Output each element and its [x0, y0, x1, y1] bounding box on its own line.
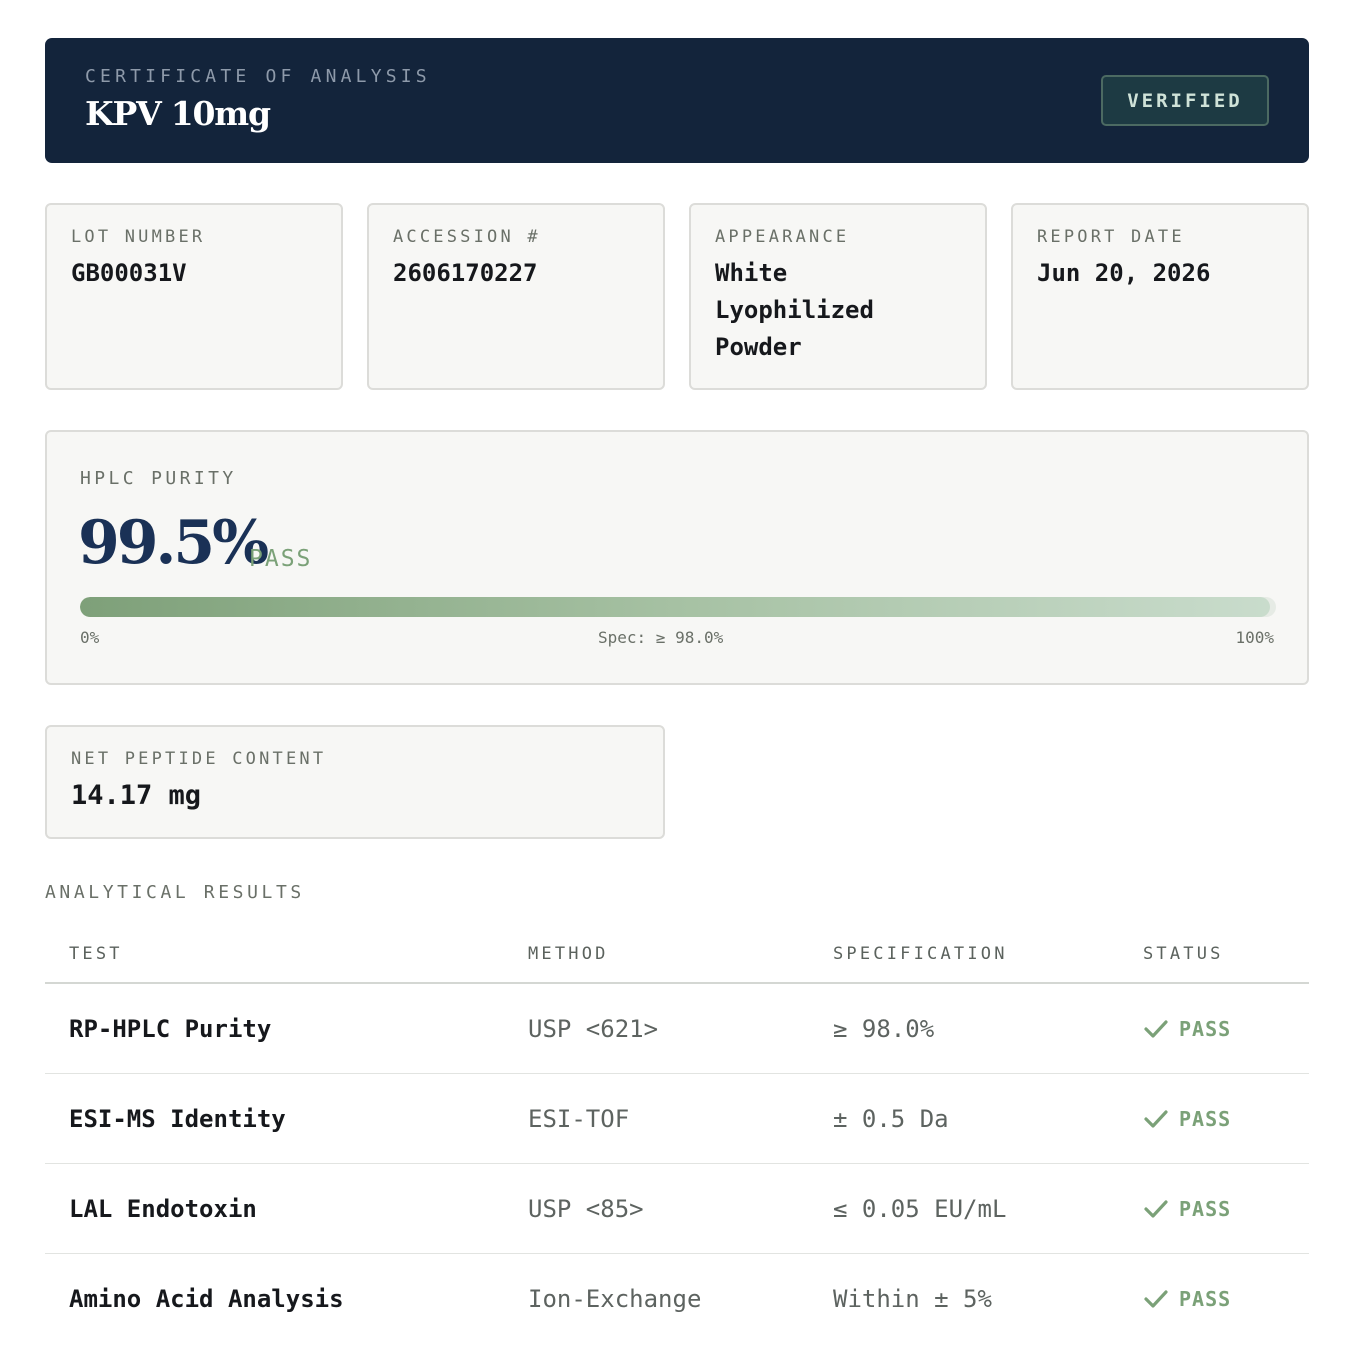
accession-value: 2606170227 [393, 259, 538, 287]
appearance-value: White Lyophilized Powder [715, 259, 874, 361]
test-method: USP <85> [528, 1195, 644, 1223]
check-icon [1144, 1290, 1168, 1308]
net-peptide-card: NET PEPTIDE CONTENT 14.17 mg [45, 725, 665, 839]
appearance-card: APPEARANCE White Lyophilized Powder [689, 203, 987, 390]
status-label: PASS [1179, 1107, 1232, 1131]
header-eyebrow: CERTIFICATE OF ANALYSIS [85, 66, 431, 87]
report-date-value: Jun 20, 2026 [1037, 259, 1211, 287]
table-header: TEST METHOD SPECIFICATION STATUS [45, 925, 1309, 984]
results-table: TEST METHOD SPECIFICATION STATUS RP-HPLC… [45, 925, 1309, 1344]
column-header-specification: SPECIFICATION [833, 944, 1008, 964]
test-name: LAL Endotoxin [69, 1195, 257, 1223]
test-specification: ≤ 0.05 EU/mL [833, 1195, 1007, 1223]
purity-progress-fill [80, 597, 1271, 617]
accession-card: ACCESSION # 2606170227 [367, 203, 665, 390]
bar-min-label: 0% [80, 628, 100, 647]
test-status: PASS [1143, 1017, 1231, 1041]
test-method: USP <621> [528, 1015, 659, 1043]
column-header-method: METHOD [528, 944, 609, 964]
status-label: PASS [1179, 1017, 1232, 1041]
bar-spec-label: Spec: ≥ 98.0% [598, 628, 724, 647]
test-name: Amino Acid Analysis [69, 1285, 344, 1313]
test-status: PASS [1143, 1107, 1231, 1131]
lot-number-value: GB00031V [71, 259, 187, 287]
verified-badge: VERIFIED [1101, 75, 1269, 126]
table-row: RP-HPLC Purity USP <621> ≥ 98.0% PASS [45, 984, 1309, 1074]
bar-max-label: 100% [1235, 628, 1274, 647]
check-icon [1144, 1200, 1168, 1218]
test-method: Ion-Exchange [528, 1285, 702, 1313]
table-row: Amino Acid Analysis Ion-Exchange Within ± … [45, 1254, 1309, 1344]
test-specification: Within ± 5% [833, 1285, 992, 1313]
accession-label: ACCESSION # [393, 227, 541, 247]
test-name: RP-HPLC Purity [69, 1015, 272, 1043]
product-title: KPV 10mg [85, 94, 271, 133]
table-row: LAL Endotoxin USP <85> ≤ 0.05 EU/mL PASS [45, 1164, 1309, 1254]
net-peptide-label: NET PEPTIDE CONTENT [71, 749, 327, 769]
certificate-header: CERTIFICATE OF ANALYSIS KPV 10mg VERIFIE… [45, 38, 1309, 163]
hplc-purity-panel: HPLC PURITY 99.5% PASS 0% Spec: ≥ 98.0% … [45, 430, 1309, 685]
test-specification: ≥ 98.0% [833, 1015, 935, 1043]
purity-label: HPLC PURITY [80, 468, 237, 489]
report-date-label: REPORT DATE [1037, 227, 1185, 247]
purity-progress-bar [80, 597, 1276, 617]
status-label: PASS [1179, 1197, 1232, 1221]
test-status: PASS [1143, 1287, 1231, 1311]
purity-value: 99.5% [78, 508, 269, 578]
analytical-results-title: ANALYTICAL RESULTS [45, 882, 305, 903]
lot-number-card: LOT NUMBER GB00031V [45, 203, 343, 390]
status-label: PASS [1179, 1287, 1232, 1311]
column-header-test: TEST [69, 944, 123, 964]
purity-status: PASS [249, 546, 313, 572]
test-name: ESI-MS Identity [69, 1105, 286, 1133]
check-icon [1144, 1110, 1168, 1128]
test-method: ESI-TOF [528, 1105, 630, 1133]
column-header-status: STATUS [1143, 944, 1224, 964]
test-specification: ± 0.5 Da [833, 1105, 949, 1133]
net-peptide-value: 14.17 mg [71, 780, 202, 811]
report-date-card: REPORT DATE Jun 20, 2026 [1011, 203, 1309, 390]
lot-number-label: LOT NUMBER [71, 227, 206, 247]
appearance-label: APPEARANCE [715, 227, 850, 247]
table-row: ESI-MS Identity ESI-TOF ± 0.5 Da PASS [45, 1074, 1309, 1164]
check-icon [1144, 1020, 1168, 1038]
test-status: PASS [1143, 1197, 1231, 1221]
